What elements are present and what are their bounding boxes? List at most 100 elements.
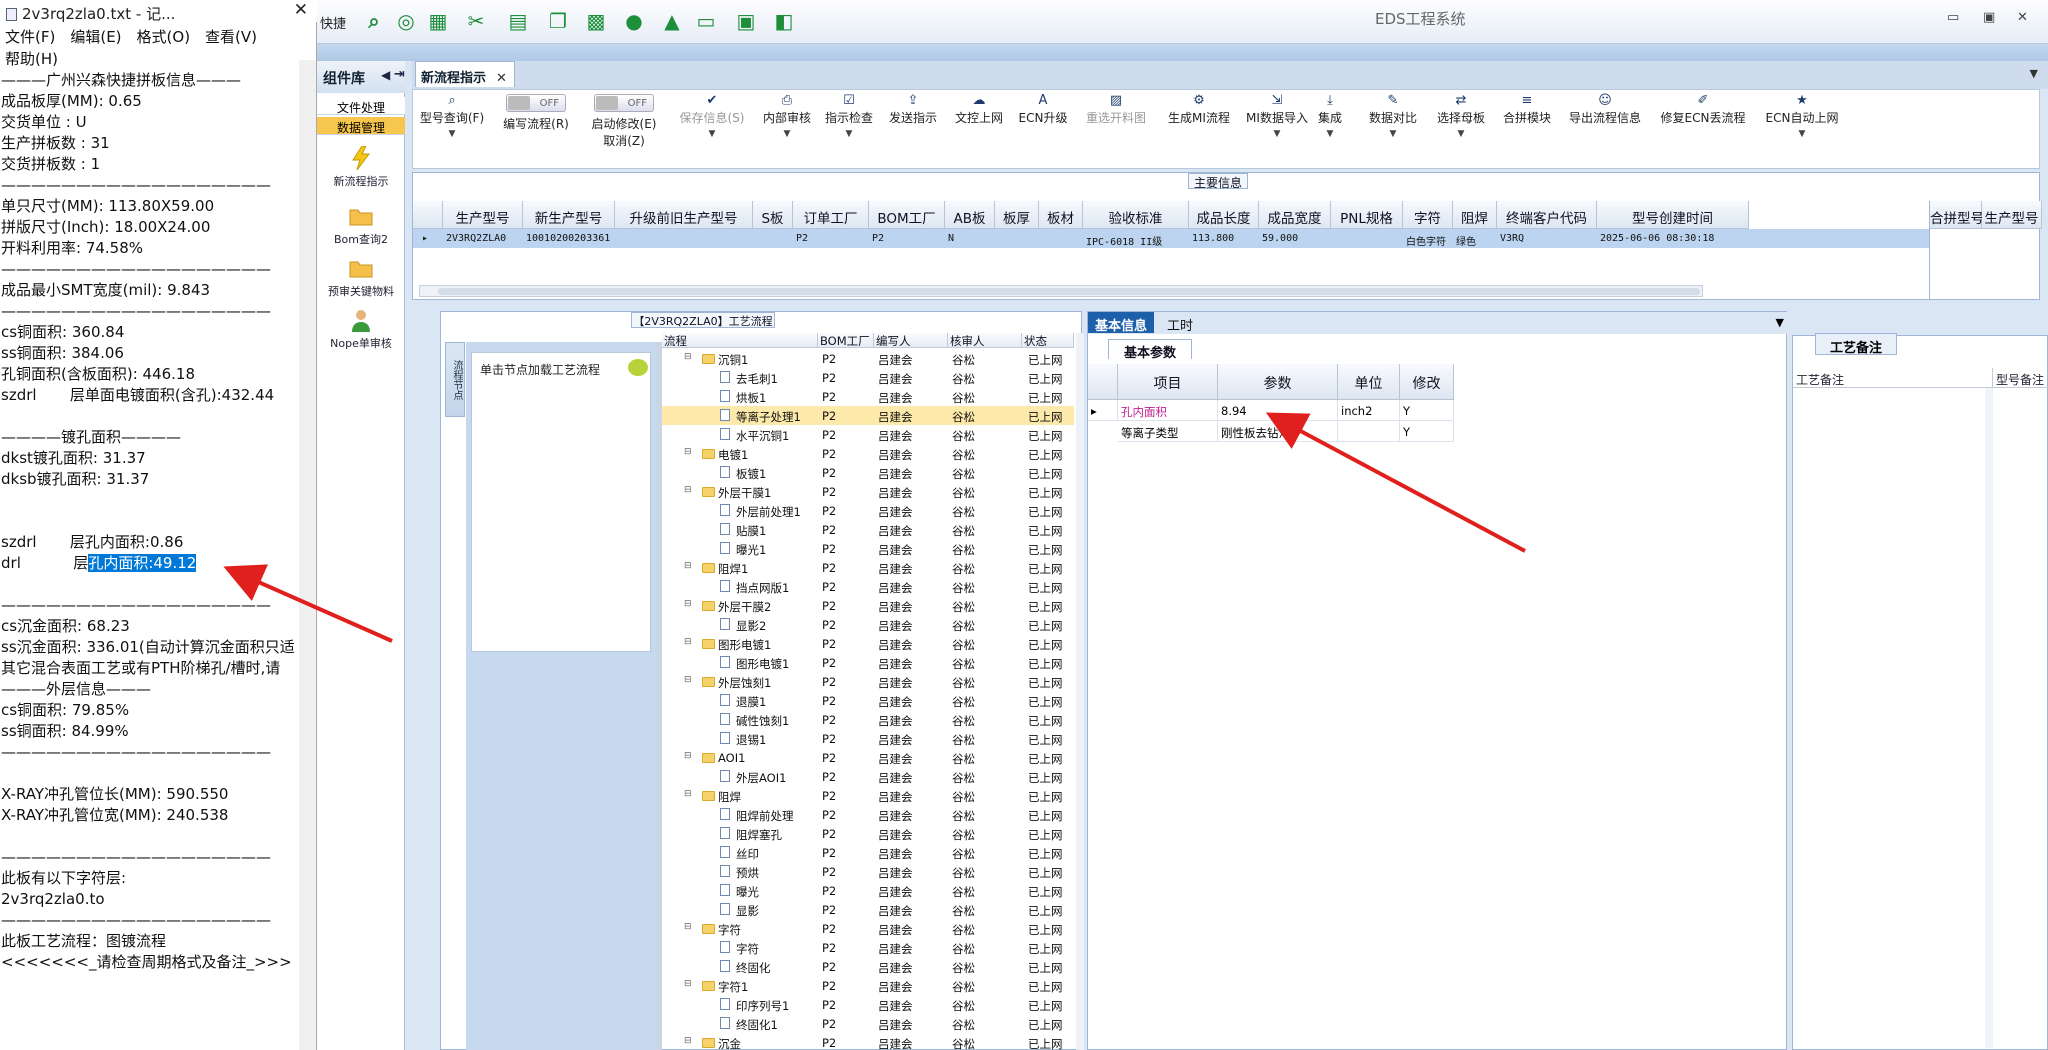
- expand-toggle-icon[interactable]: ⊟: [684, 599, 692, 609]
- col-7[interactable]: 板厚: [995, 201, 1039, 229]
- chevron-down-icon[interactable]: ▼: [1363, 129, 1423, 139]
- windows-icon[interactable]: ▣: [735, 10, 757, 32]
- lifebuoy-icon[interactable]: ◎: [395, 10, 417, 32]
- toolbar-button-1[interactable]: OFF 编写流程(R): [498, 90, 574, 168]
- tree-row[interactable]: ⊟ 外层干膜2 P2 吕建会 谷松 已上网: [662, 596, 1074, 615]
- tab-file-processing[interactable]: 文件处理: [317, 97, 405, 115]
- col-5[interactable]: BOM工厂: [869, 201, 945, 229]
- table-cell[interactable]: N: [945, 229, 954, 247]
- toolbar-button-8[interactable]: A ECN升级: [1015, 90, 1071, 168]
- tree-row[interactable]: ⊟ AOI1 P2 吕建会 谷松 已上网: [662, 748, 1074, 767]
- table-cell[interactable]: 刚性板去钻污: [1218, 421, 1338, 442]
- table-cell[interactable]: [1338, 421, 1400, 442]
- grid-icon[interactable]: ▩: [585, 10, 607, 32]
- tree-row[interactable]: 外层AOI1 P2 吕建会 谷松 已上网: [662, 767, 1074, 786]
- tree-row[interactable]: 字符 P2 吕建会 谷松 已上网: [662, 938, 1074, 957]
- col-15[interactable]: 终端客户代码: [1497, 201, 1597, 229]
- user-icon[interactable]: ●: [623, 10, 645, 32]
- nav-nope-review[interactable]: Nope单审核: [317, 308, 405, 351]
- expand-toggle-icon[interactable]: ⊟: [684, 561, 692, 571]
- nav-bom-query[interactable]: Bom查询2: [317, 204, 405, 247]
- pin-icon[interactable]: ⇥: [394, 67, 405, 82]
- col-16[interactable]: 型号创建时间: [1597, 201, 1749, 229]
- search-icon[interactable]: ⌕: [363, 10, 385, 32]
- table-cell[interactable]: [753, 229, 756, 247]
- tree-row[interactable]: 挡点网版1 P2 吕建会 谷松 已上网: [662, 577, 1074, 596]
- table-cell[interactable]: 等离子类型: [1118, 421, 1218, 442]
- toolbar-button-9[interactable]: ▨ 重选开料图: [1078, 90, 1154, 168]
- col-2[interactable]: 编写人: [874, 333, 948, 348]
- col-1[interactable]: 参数: [1218, 364, 1338, 400]
- expand-toggle-icon[interactable]: ⊟: [684, 979, 692, 989]
- expand-toggle-icon[interactable]: ⊟: [684, 789, 692, 799]
- chevron-down-icon[interactable]: ▼: [675, 129, 749, 139]
- tree-row[interactable]: 曝光1 P2 吕建会 谷松 已上网: [662, 539, 1074, 558]
- notepad-text-area[interactable]: ———广州兴森快捷拼板信息——— 成品板厚(MM): 0.65 交货单位 : U 生产…: [1, 70, 299, 1050]
- maximize-icon[interactable]: ▣: [1983, 10, 1995, 25]
- tree-row[interactable]: 阻焊塞孔 P2 吕建会 谷松 已上网: [662, 824, 1074, 843]
- tab-data-management[interactable]: 数据管理: [317, 117, 405, 135]
- chevron-down-icon[interactable]: ▼: [1430, 129, 1492, 139]
- table-cell[interactable]: P2: [793, 229, 808, 247]
- remarks-scrollbar[interactable]: [1985, 388, 1993, 1048]
- col-4[interactable]: 订单工厂: [793, 201, 869, 229]
- table-cell[interactable]: 10010200203361: [523, 229, 610, 247]
- col-10[interactable]: 成品长度: [1189, 201, 1259, 229]
- monitor-icon[interactable]: ▭: [695, 10, 717, 32]
- tree-row[interactable]: ⊟ 字符1 P2 吕建会 谷松 已上网: [662, 976, 1074, 995]
- tree-row[interactable]: 烘板1 P2 吕建会 谷松 已上网: [662, 387, 1074, 406]
- chart-icon[interactable]: ▲: [661, 10, 683, 32]
- tree-row[interactable]: ⊟ 外层蚀刻1 P2 吕建会 谷松 已上网: [662, 672, 1074, 691]
- toolbar-button-5[interactable]: ☑ 指示检查 ▼: [821, 90, 877, 168]
- col-process-remarks[interactable]: 工艺备注: [1793, 368, 1993, 388]
- table-cell[interactable]: 2025-06-06 08:30:18: [1597, 229, 1714, 247]
- toolbar-button-4[interactable]: ⎙ 内部审核 ▼: [759, 90, 815, 168]
- toolbar-button-2[interactable]: OFF 启动修改(E) 取消(Z): [581, 90, 667, 168]
- table-cell[interactable]: inch2: [1338, 400, 1400, 421]
- window-icon[interactable]: ◧: [773, 10, 795, 32]
- tab-basic-info[interactable]: 基本信息: [1088, 312, 1155, 334]
- table-cell[interactable]: [995, 229, 998, 247]
- tree-row[interactable]: 去毛刺1 P2 吕建会 谷松 已上网: [662, 368, 1074, 387]
- toolbar-button-11[interactable]: ⇲ MI数据导入 ▼: [1246, 90, 1308, 168]
- close-icon[interactable]: ✕: [294, 0, 308, 20]
- tab-work-hours[interactable]: 工时: [1160, 312, 1200, 334]
- toolbar-button-17[interactable]: ✐ 修复ECN丢流程: [1653, 90, 1753, 168]
- nav-prereview-materials[interactable]: 预审关键物料: [317, 256, 405, 299]
- tree-row[interactable]: ⊟ 阻焊 P2 吕建会 谷松 已上网: [662, 786, 1074, 805]
- table-cell[interactable]: 113.800: [1189, 229, 1234, 247]
- selected-text[interactable]: 孔内面积:49.12: [88, 554, 197, 572]
- expand-toggle-icon[interactable]: ⊟: [684, 637, 692, 647]
- tree-row[interactable]: 显影 P2 吕建会 谷松 已上网: [662, 900, 1074, 919]
- chevron-left-icon[interactable]: ◀: [381, 68, 390, 82]
- table-cell[interactable]: Y: [1400, 421, 1454, 442]
- col-11[interactable]: 成品宽度: [1259, 201, 1331, 229]
- expand-toggle-icon[interactable]: ⊟: [684, 751, 692, 761]
- tree-row[interactable]: ⊟ 字符 P2 吕建会 谷松 已上网: [662, 919, 1074, 938]
- tree-row[interactable]: 等离子处理1 P2 吕建会 谷松 已上网: [662, 406, 1074, 425]
- table-row[interactable]: ▸ 2V3RQ2ZLA0 10010200203361 P2 P2 N IPC-6018 I…: [413, 229, 1929, 248]
- toolbar-button-3[interactable]: ✔ 保存信息(S) ▼: [675, 90, 749, 168]
- col-3[interactable]: 核审人: [948, 333, 1022, 348]
- col-3[interactable]: 修改: [1400, 364, 1454, 400]
- tree-row[interactable]: 终固化 P2 吕建会 谷松 已上网: [662, 957, 1074, 976]
- col-0[interactable]: 流程: [662, 333, 818, 348]
- col-model-remarks[interactable]: 型号备注: [1993, 368, 2048, 388]
- tree-row[interactable]: 预烘 P2 吕建会 谷松 已上网: [662, 862, 1074, 881]
- col-8[interactable]: 板材: [1039, 201, 1083, 229]
- col-3[interactable]: S板: [753, 201, 793, 229]
- toggle-switch[interactable]: OFF: [594, 94, 654, 112]
- toolbar-button-16[interactable]: ☺ 导出流程信息: [1563, 90, 1647, 168]
- scissors-icon[interactable]: ✂: [465, 10, 487, 32]
- chevron-down-icon[interactable]: ▼: [1246, 129, 1308, 139]
- vertical-scrollbar[interactable]: [1076, 333, 1084, 1050]
- tree-row[interactable]: 终固化1 P2 吕建会 谷松 已上网: [662, 1014, 1074, 1033]
- table-cell[interactable]: 8.94: [1218, 400, 1338, 421]
- scroll-thumb[interactable]: [438, 288, 1700, 295]
- chevron-down-icon[interactable]: ▼: [1761, 129, 1843, 139]
- expand-toggle-icon[interactable]: ⊟: [684, 485, 692, 495]
- menu-help[interactable]: 帮助(H): [5, 50, 58, 68]
- tree-row[interactable]: 碱性蚀刻1 P2 吕建会 谷松 已上网: [662, 710, 1074, 729]
- table-cell[interactable]: [1039, 229, 1042, 247]
- col-13[interactable]: 字符: [1403, 201, 1453, 229]
